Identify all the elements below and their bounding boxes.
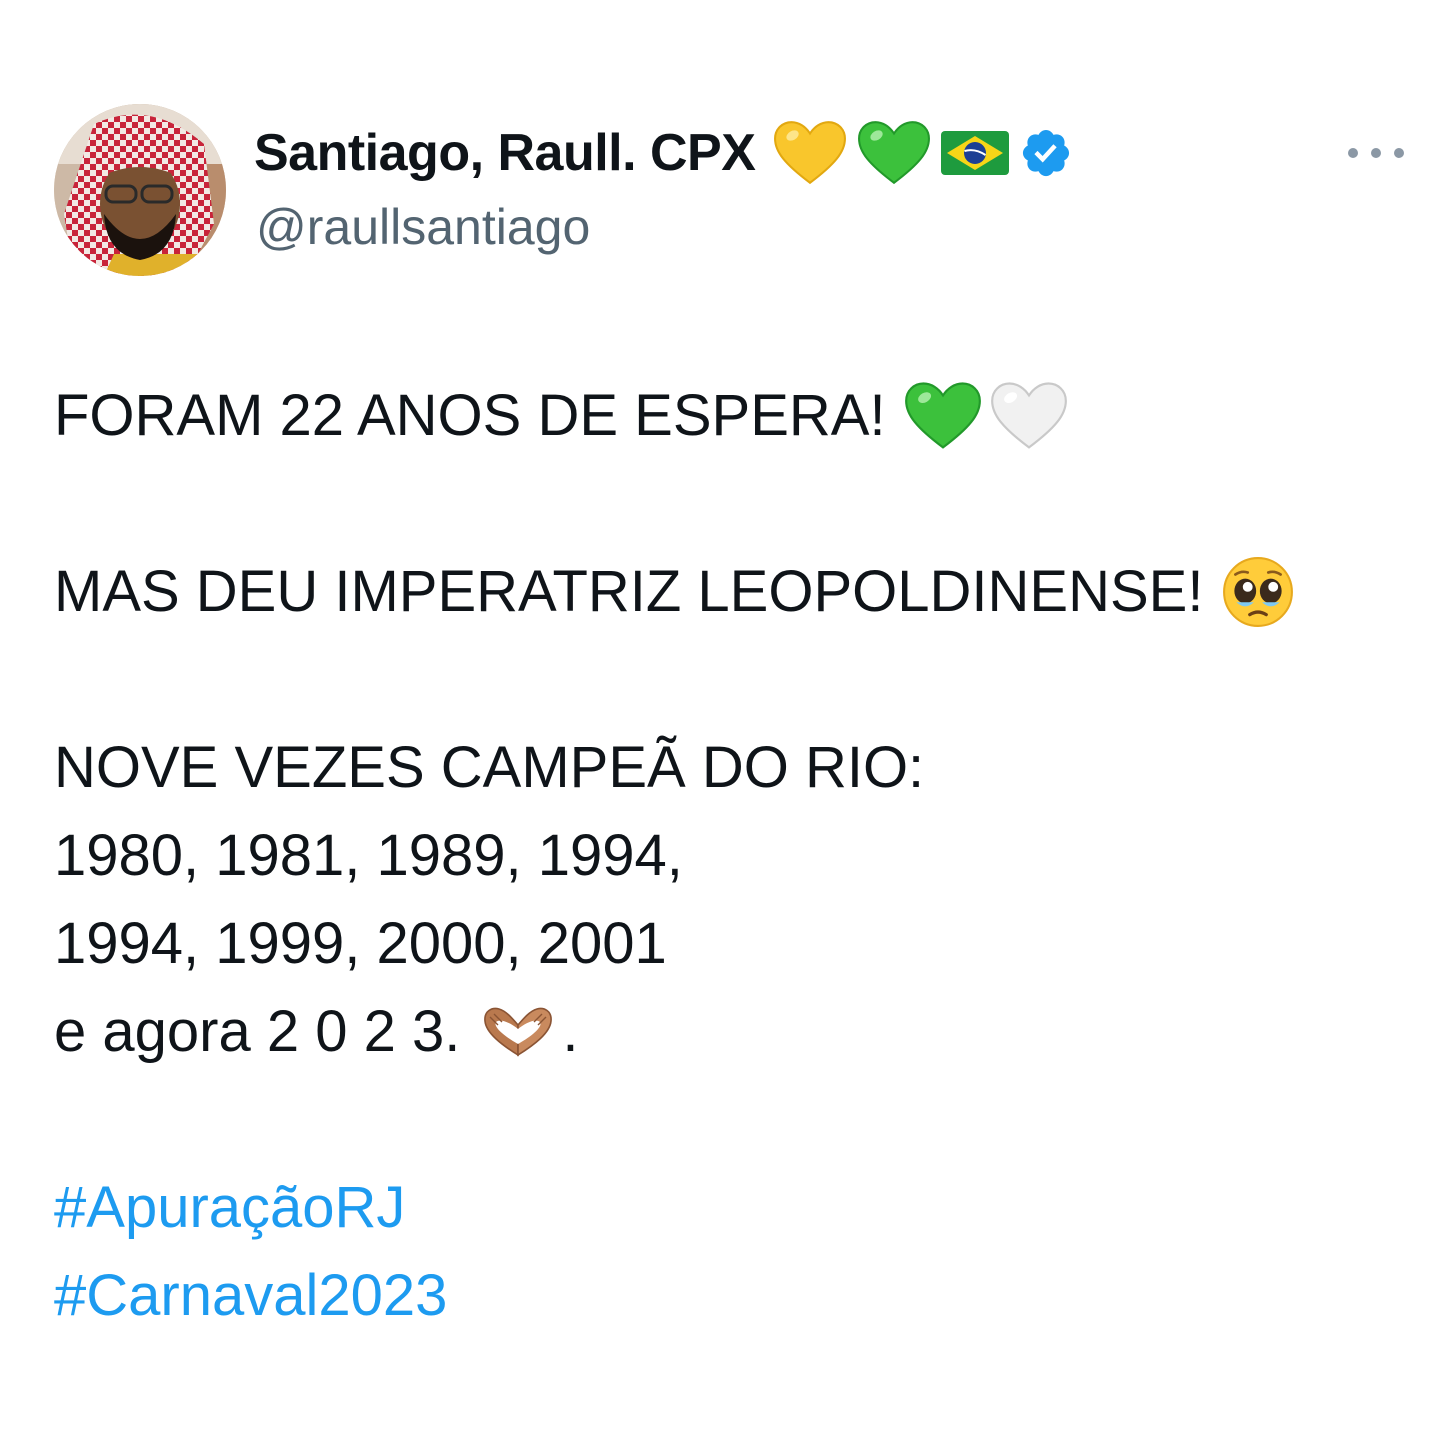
tweet-line: MAS DEU IMPERATRIZ LEOPOLDINENSE!	[54, 548, 1394, 636]
author-display-name[interactable]: Santiago, Raull. CPX	[254, 123, 756, 183]
tweet-text-line: 1994, 1999, 2000, 2001	[54, 911, 667, 976]
tweet-line: e agora 2 0 2 3. .	[54, 988, 1394, 1076]
hashtag-link[interactable]: #Carnaval2023	[54, 1252, 447, 1340]
tweet-line: NOVE VEZES CAMPEÃ DO RIO:	[54, 724, 1394, 812]
tweet-text-line: .	[562, 999, 579, 1064]
hashtag-link[interactable]: #ApuraçãoRJ	[54, 1164, 405, 1252]
pleading-face-icon	[1223, 557, 1294, 627]
author-handle[interactable]: @raullsantiago	[256, 198, 590, 256]
tweet-text-line: NOVE VEZES CAMPEÃ DO RIO:	[54, 735, 925, 800]
more-dot-icon	[1348, 148, 1358, 158]
green-heart-icon	[858, 121, 931, 185]
brazil-flag-icon	[941, 131, 1010, 175]
more-dot-icon	[1371, 148, 1381, 158]
heart-hands-icon	[484, 1007, 553, 1057]
tweet-line: #Carnaval2023	[54, 1252, 1394, 1340]
more-options-button[interactable]	[1348, 140, 1404, 166]
tweet-body: FORAM 22 ANOS DE ESPERA! MAS DEU IMPERAT…	[54, 372, 1394, 1340]
avatar[interactable]	[54, 104, 226, 276]
tweet-view: Santiago, Raull. CPX @raullsantiago FORA…	[0, 0, 1440, 1440]
verified-badge-icon[interactable]	[1019, 126, 1073, 180]
green-heart-icon	[904, 382, 981, 449]
tweet-line: 1994, 1999, 2000, 2001	[54, 900, 1394, 988]
author-name-row[interactable]: Santiago, Raull. CPX	[254, 118, 1083, 188]
tweet-line: #ApuraçãoRJ	[54, 1164, 1394, 1252]
tweet-text-line: 1980, 1981, 1989, 1994,	[54, 823, 683, 888]
tweet-text-line: MAS DEU IMPERATRIZ LEOPOLDINENSE!	[54, 559, 1204, 624]
tweet-text-line: FORAM 22 ANOS DE ESPERA!	[54, 383, 886, 448]
more-dot-icon	[1394, 148, 1404, 158]
tweet-line: 1980, 1981, 1989, 1994,	[54, 812, 1394, 900]
previous-content-remnant	[56, 0, 816, 4]
yellow-heart-icon	[774, 121, 847, 185]
white-heart-icon	[990, 382, 1067, 449]
avatar-photo	[54, 104, 226, 276]
tweet-line: FORAM 22 ANOS DE ESPERA!	[54, 372, 1394, 460]
tweet-text-line: e agora 2 0 2 3.	[54, 999, 461, 1064]
